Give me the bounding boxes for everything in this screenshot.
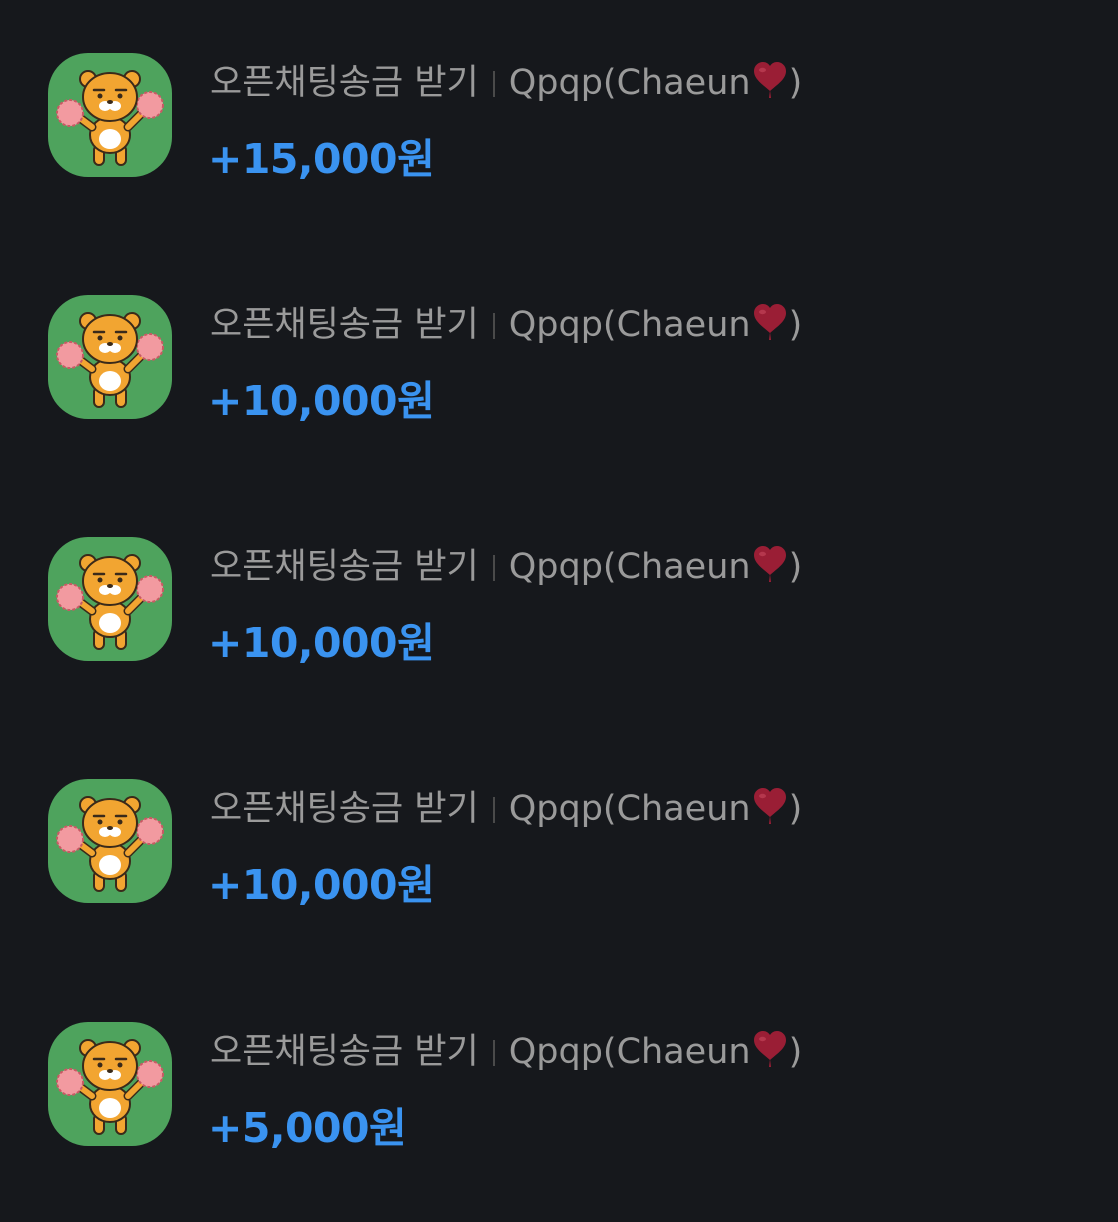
ryan-cheerleader-icon bbox=[48, 1022, 172, 1146]
divider bbox=[492, 555, 495, 581]
divider bbox=[492, 313, 495, 339]
ryan-cheerleader-icon bbox=[48, 53, 172, 177]
amount: +5,000원 bbox=[208, 1104, 407, 1152]
heart-icon bbox=[753, 61, 787, 112]
sender-name: Qpqp(Chaeun bbox=[508, 789, 751, 829]
divider bbox=[492, 1040, 495, 1066]
ryan-cheerleader-icon bbox=[48, 779, 172, 903]
divider bbox=[492, 71, 495, 97]
transaction-row[interactable]: 오픈채팅송금 받기 Qpqp(Chaeun) +10,000원 bbox=[0, 295, 1118, 495]
sender-name-suffix: ) bbox=[788, 789, 803, 829]
sender-name: Qpqp(Chaeun bbox=[508, 63, 751, 103]
amount: +10,000원 bbox=[208, 619, 435, 667]
transaction-title: 오픈채팅송금 받기 Qpqp(Chaeun) bbox=[210, 59, 802, 112]
transaction-title: 오픈채팅송금 받기 Qpqp(Chaeun) bbox=[210, 1028, 802, 1081]
heart-icon bbox=[753, 545, 787, 596]
divider bbox=[492, 797, 495, 823]
transaction-type-label: 오픈채팅송금 받기 bbox=[210, 1032, 479, 1072]
transaction-type-label: 오픈채팅송금 받기 bbox=[210, 789, 479, 829]
sender-name-suffix: ) bbox=[788, 305, 803, 345]
ryan-cheerleader-icon bbox=[48, 295, 172, 419]
transaction-type-label: 오픈채팅송금 받기 bbox=[210, 305, 479, 345]
transaction-title: 오픈채팅송금 받기 Qpqp(Chaeun) bbox=[210, 301, 802, 354]
sender-name: Qpqp(Chaeun bbox=[508, 305, 751, 345]
sender-name-suffix: ) bbox=[788, 547, 803, 587]
amount: +10,000원 bbox=[208, 861, 435, 909]
amount: +10,000원 bbox=[208, 377, 435, 425]
transaction-row[interactable]: 오픈채팅송금 받기 Qpqp(Chaeun) +15,000원 bbox=[0, 53, 1118, 253]
heart-icon bbox=[753, 303, 787, 354]
sender-name: Qpqp(Chaeun bbox=[508, 1032, 751, 1072]
transaction-type-label: 오픈채팅송금 받기 bbox=[210, 547, 479, 587]
sender-name-suffix: ) bbox=[788, 63, 803, 103]
amount: +15,000원 bbox=[208, 135, 435, 183]
transaction-list: 오픈채팅송금 받기 Qpqp(Chaeun) +15,000원 오픈채팅송금 받기… bbox=[0, 0, 1118, 1200]
transaction-row[interactable]: 오픈채팅송금 받기 Qpqp(Chaeun) +5,000원 bbox=[0, 1022, 1118, 1222]
transaction-row[interactable]: 오픈채팅송금 받기 Qpqp(Chaeun) +10,000원 bbox=[0, 537, 1118, 737]
heart-icon bbox=[753, 1030, 787, 1081]
transaction-row[interactable]: 오픈채팅송금 받기 Qpqp(Chaeun) +10,000원 bbox=[0, 779, 1118, 979]
sender-name-suffix: ) bbox=[788, 1032, 803, 1072]
transaction-title: 오픈채팅송금 받기 Qpqp(Chaeun) bbox=[210, 785, 802, 838]
heart-icon bbox=[753, 787, 787, 838]
sender-name: Qpqp(Chaeun bbox=[508, 547, 751, 587]
transaction-type-label: 오픈채팅송금 받기 bbox=[210, 63, 479, 103]
ryan-cheerleader-icon bbox=[48, 537, 172, 661]
transaction-title: 오픈채팅송금 받기 Qpqp(Chaeun) bbox=[210, 543, 802, 596]
